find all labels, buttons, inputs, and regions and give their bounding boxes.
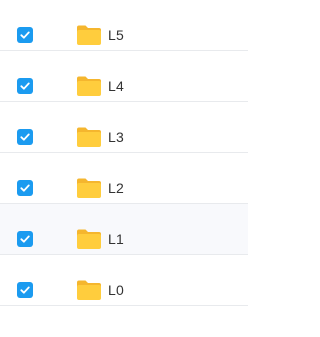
checkmark-icon	[20, 235, 30, 243]
list-item[interactable]: L4	[0, 51, 248, 102]
row-checkbox[interactable]	[17, 129, 33, 145]
checkmark-icon	[20, 31, 30, 39]
folder-name[interactable]: L4	[108, 77, 124, 95]
folder-icon	[76, 24, 102, 46]
list-item[interactable]: L3	[0, 102, 248, 153]
row-checkbox[interactable]	[17, 180, 33, 196]
list-item[interactable]: L2	[0, 153, 248, 204]
folder-name[interactable]: L2	[108, 179, 124, 197]
checkmark-icon	[20, 82, 30, 90]
checkmark-icon	[20, 184, 30, 192]
checkmark-icon	[20, 133, 30, 141]
folder-name[interactable]: L1	[108, 230, 124, 248]
folder-icon	[76, 228, 102, 250]
folder-name[interactable]: L5	[108, 26, 124, 44]
folder-icon	[76, 279, 102, 301]
folder-name[interactable]: L3	[108, 128, 124, 146]
list-item[interactable]: L1	[0, 204, 248, 255]
row-checkbox[interactable]	[17, 27, 33, 43]
folder-name[interactable]: L0	[108, 281, 124, 299]
list-item[interactable]: L5	[0, 0, 248, 51]
file-list: L5 L4 L3 L2 L1 L0	[0, 0, 248, 337]
folder-icon	[76, 177, 102, 199]
row-checkbox[interactable]	[17, 282, 33, 298]
row-checkbox[interactable]	[17, 78, 33, 94]
folder-icon	[76, 126, 102, 148]
row-checkbox[interactable]	[17, 231, 33, 247]
list-item[interactable]: L0	[0, 255, 248, 306]
folder-icon	[76, 75, 102, 97]
checkmark-icon	[20, 286, 30, 294]
